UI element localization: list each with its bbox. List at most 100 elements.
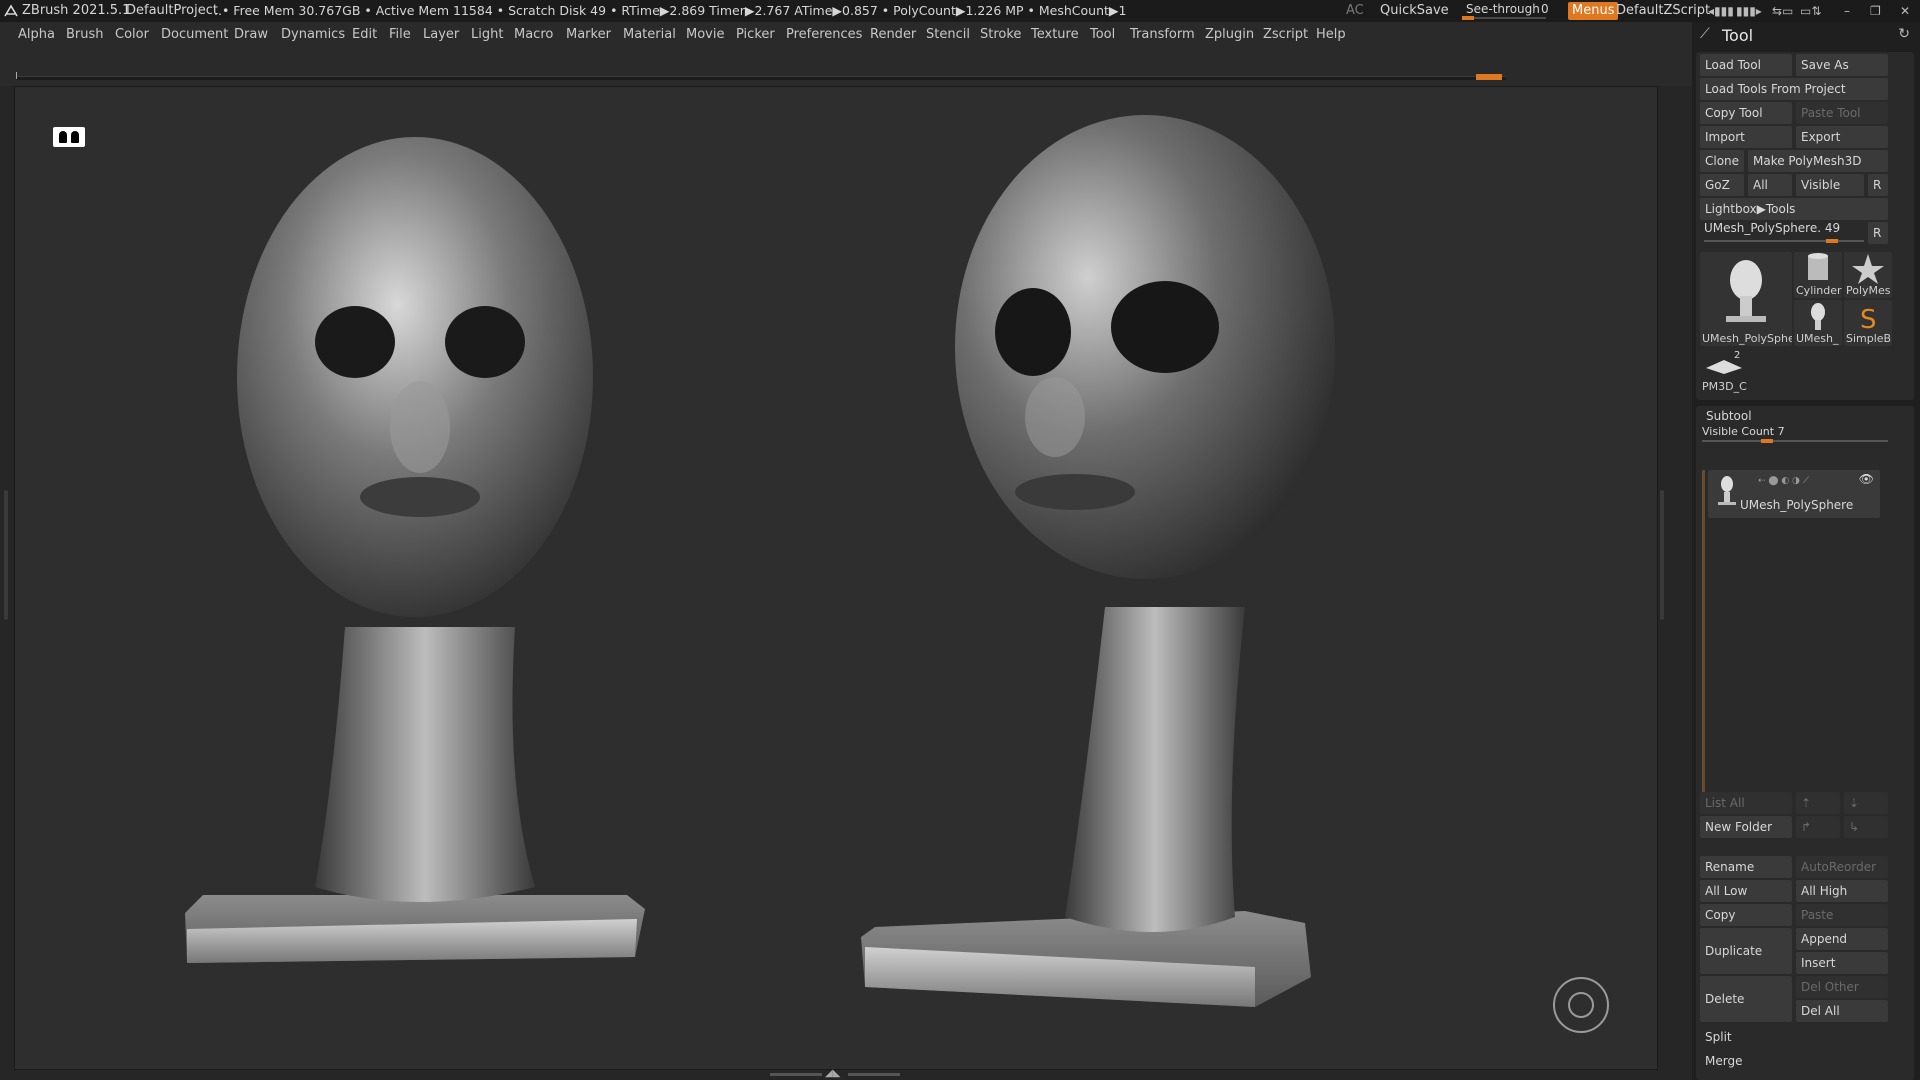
goz-r-button[interactable]: R (1868, 174, 1888, 196)
export-button[interactable]: Export (1796, 126, 1888, 148)
quicksave-button[interactable]: QuickSave (1380, 0, 1449, 22)
right-tray-handle[interactable] (1660, 490, 1664, 620)
subtool-title[interactable]: Subtool (1706, 409, 1752, 423)
layout-next-icon[interactable]: ▮▮▮▸ (1736, 0, 1762, 22)
menu-material[interactable]: Material (623, 22, 676, 48)
menu-edit[interactable]: Edit (352, 22, 377, 48)
menu-file[interactable]: File (389, 22, 411, 48)
menu-document[interactable]: Document (161, 22, 228, 48)
menu-brush[interactable]: Brush (66, 22, 104, 48)
tool-thumb-simplebrush[interactable]: S SimpleB (1844, 300, 1892, 346)
tool-thumb-pm3d[interactable]: 2 PM3D_C (1700, 348, 1748, 394)
menu-render[interactable]: Render (870, 22, 916, 48)
folder-up-icon[interactable]: ↱ (1796, 816, 1840, 838)
menu-stencil[interactable]: Stencil (926, 22, 970, 48)
minimize-icon[interactable]: – (1844, 0, 1850, 22)
menu-marker[interactable]: Marker (566, 22, 611, 48)
save-as-button[interactable]: Save As (1796, 54, 1888, 76)
import-button[interactable]: Import (1700, 126, 1792, 148)
swap-icon[interactable]: ⇆▭ (1772, 0, 1793, 22)
lightbox-tools-button[interactable]: Lightbox▶Tools (1700, 198, 1888, 220)
current-tool-slider[interactable] (1704, 239, 1864, 243)
menus-button[interactable]: Menus (1568, 2, 1619, 20)
close-icon[interactable]: ✕ (1900, 0, 1910, 22)
subtool-toggles[interactable]: ⇠ ⬤ ◐ ◑ ⟋ (1758, 476, 1809, 486)
rotate-icon[interactable]: ↻ (1898, 26, 1910, 42)
goz-all-button[interactable]: All (1748, 174, 1792, 196)
project-name[interactable]: DefaultProject (126, 0, 218, 22)
eye-icon[interactable]: 👁 (1859, 472, 1874, 486)
menu-transform[interactable]: Transform (1130, 22, 1195, 48)
menu-stroke[interactable]: Stroke (980, 22, 1021, 48)
subtool-thumb-icon (1718, 476, 1736, 505)
tool-thumb-cylinder[interactable]: Cylinder (1794, 252, 1842, 298)
copy-subtool-button[interactable]: Copy (1700, 904, 1792, 926)
menu-light[interactable]: Light (471, 22, 503, 48)
expand-arrow-icon[interactable]: ◢◣ (825, 1068, 840, 1079)
layout-prev-icon[interactable]: ◂▮▮▮ (1708, 0, 1734, 22)
timeline-marker[interactable] (1476, 74, 1502, 80)
goz-visible-button[interactable]: Visible (1796, 174, 1864, 196)
duplicate-button[interactable]: Duplicate (1700, 928, 1792, 974)
tool-thumb-polymesh[interactable]: PolyMes (1844, 252, 1892, 298)
menu-help[interactable]: Help (1316, 22, 1346, 48)
all-high-button[interactable]: All High (1796, 880, 1888, 902)
del-other-button[interactable]: Del Other (1796, 976, 1888, 998)
tool-r-button[interactable]: R (1868, 222, 1888, 244)
load-tools-from-project-button[interactable]: Load Tools From Project (1700, 78, 1888, 100)
tray-icon[interactable]: ▭⇅ (1800, 0, 1821, 22)
menu-macro[interactable]: Macro (514, 22, 553, 48)
copy-tool-button[interactable]: Copy Tool (1700, 102, 1792, 124)
split-button[interactable]: Split (1700, 1026, 1888, 1048)
menu-picker[interactable]: Picker (736, 22, 775, 48)
pin-icon[interactable]: ⟋ (1700, 26, 1710, 42)
subtool-item[interactable]: ⇠ ⬤ ◐ ◑ ⟋ 👁 UMesh_PolySphere (1708, 470, 1880, 518)
menu-preferences[interactable]: Preferences (786, 22, 862, 48)
rename-button[interactable]: Rename (1700, 856, 1792, 878)
menu-draw[interactable]: Draw (234, 22, 268, 48)
menu-texture[interactable]: Texture (1031, 22, 1079, 48)
restore-icon[interactable]: ❐ (1870, 0, 1881, 22)
timeline-track[interactable] (16, 76, 1506, 80)
menu-zplugin[interactable]: Zplugin (1205, 22, 1254, 48)
menu-movie[interactable]: Movie (686, 22, 724, 48)
folder-down-icon[interactable]: ↳ (1844, 816, 1888, 838)
insert-button[interactable]: Insert (1796, 952, 1888, 974)
autoreorder-button[interactable]: AutoReorder (1796, 856, 1888, 878)
new-folder-button[interactable]: New Folder (1700, 816, 1792, 838)
paste-tool-button[interactable]: Paste Tool (1796, 102, 1888, 124)
left-tray-handle[interactable] (4, 490, 8, 620)
append-button[interactable]: Append (1796, 928, 1888, 950)
clone-button[interactable]: Clone (1700, 150, 1744, 172)
thumb-label: PolyMes (1846, 284, 1891, 297)
ac-label[interactable]: AC (1346, 0, 1364, 22)
visible-count-slider[interactable] (1702, 439, 1888, 443)
left-bust (185, 137, 645, 963)
seethrough-slider[interactable] (1462, 16, 1546, 20)
document-canvas[interactable] (14, 86, 1658, 1070)
del-all-button[interactable]: Del All (1796, 1000, 1888, 1022)
move-up-icon[interactable]: ⇡ (1796, 792, 1840, 814)
merge-button[interactable]: Merge (1700, 1050, 1888, 1072)
navigation-circle-icon[interactable] (1553, 977, 1609, 1033)
tool-thumb-umesh[interactable]: UMesh_ (1794, 300, 1842, 346)
menu-tool[interactable]: Tool (1090, 22, 1115, 48)
floor-view-icon[interactable] (53, 127, 85, 147)
bottom-tray-handle[interactable]: ◢◣ (770, 1068, 900, 1079)
zscript-name[interactable]: DefaultZScript (1616, 0, 1710, 22)
list-all-button[interactable]: List All (1700, 792, 1792, 814)
menu-layer[interactable]: Layer (423, 22, 459, 48)
all-low-button[interactable]: All Low (1700, 880, 1792, 902)
paste-subtool-button[interactable]: Paste (1796, 904, 1888, 926)
load-tool-button[interactable]: Load Tool (1700, 54, 1792, 76)
delete-button[interactable]: Delete (1700, 976, 1792, 1022)
tool-thumb-umesh-polysphere[interactable]: UMesh_PolySphe (1700, 252, 1792, 346)
menu-color[interactable]: Color (115, 22, 149, 48)
menu-dynamics[interactable]: Dynamics (281, 22, 345, 48)
menu-alpha[interactable]: Alpha (18, 22, 55, 48)
goz-button[interactable]: GoZ (1700, 174, 1744, 196)
menu-zscript[interactable]: Zscript (1263, 22, 1308, 48)
subtool-scrollbar[interactable] (1702, 470, 1705, 800)
move-down-icon[interactable]: ⇣ (1844, 792, 1888, 814)
make-polymesh3d-button[interactable]: Make PolyMesh3D (1748, 150, 1888, 172)
